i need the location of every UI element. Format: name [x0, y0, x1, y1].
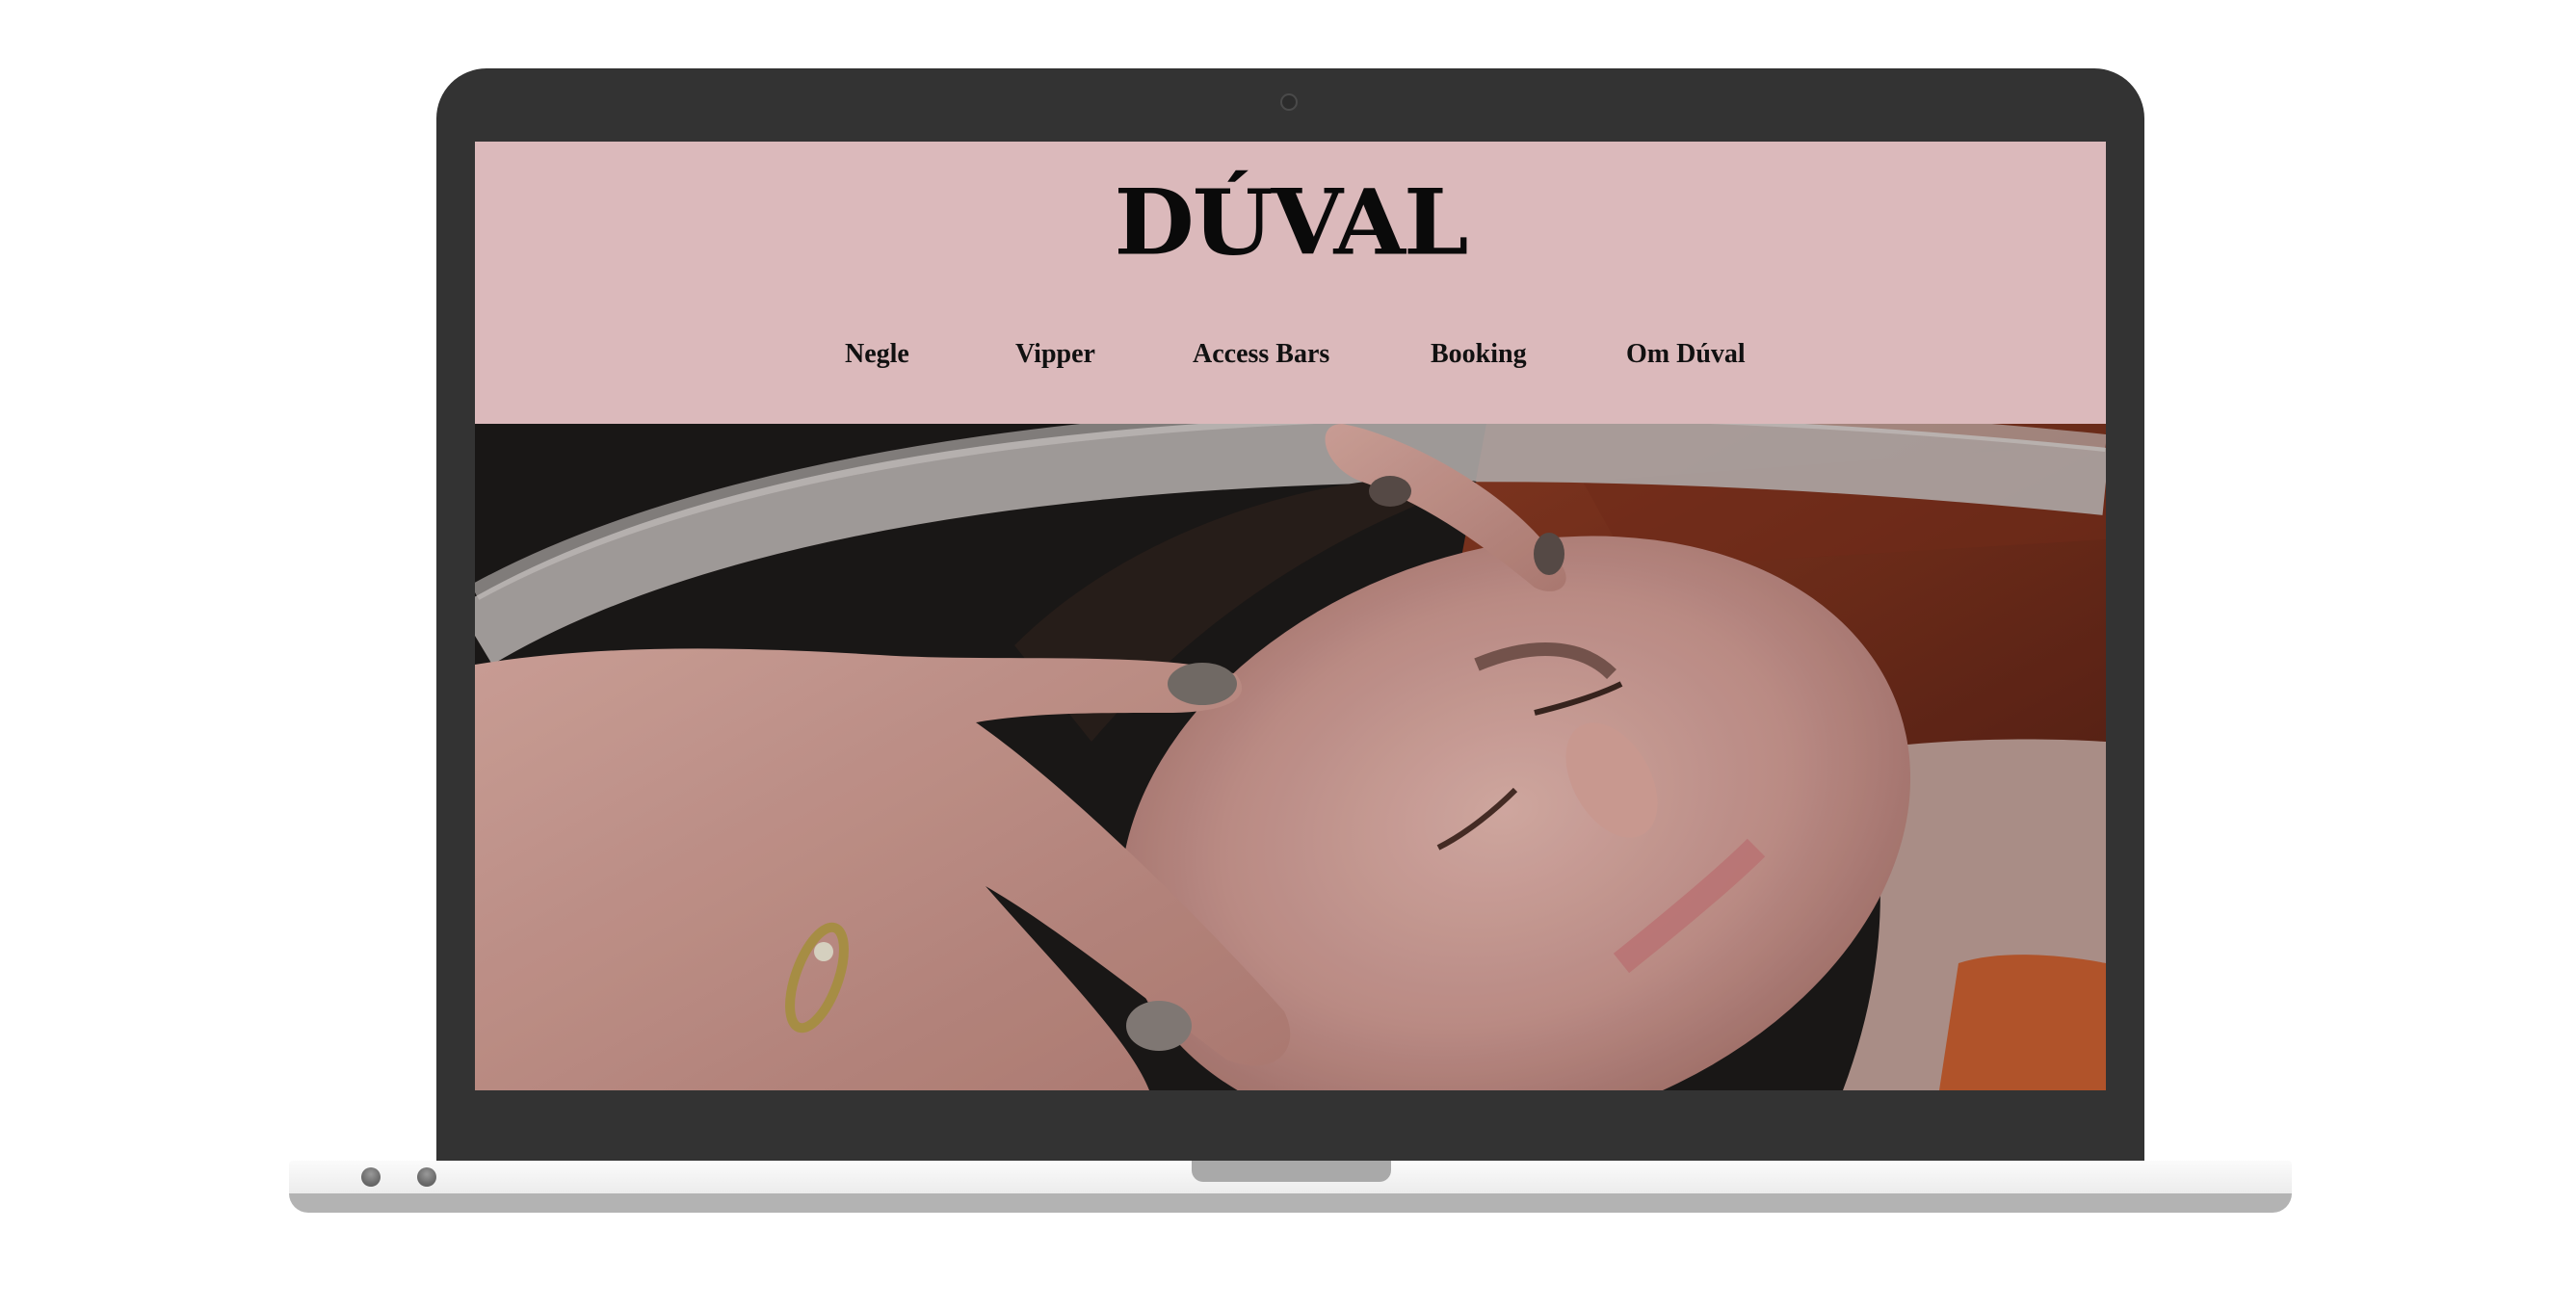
- hero-photo: [475, 424, 2106, 1090]
- laptop-screen: DÚVAL Negle Vipper Access Bars Booking O…: [475, 142, 2106, 1090]
- status-light-icon: [417, 1167, 436, 1187]
- nav-item-booking[interactable]: Booking: [1431, 339, 1527, 370]
- laptop-base-edge: [289, 1193, 2292, 1213]
- laptop-notch: [1192, 1161, 1391, 1182]
- nav-item-negle[interactable]: Negle: [845, 339, 909, 370]
- camera-icon: [1280, 93, 1298, 111]
- hero-photo-illustration: [475, 424, 2106, 1090]
- main-nav: Negle Vipper Access Bars Booking Om Dúva…: [475, 339, 2106, 378]
- laptop-mockup: DÚVAL Negle Vipper Access Bars Booking O…: [0, 0, 2576, 1309]
- site-logo[interactable]: DÚVAL: [475, 176, 2106, 268]
- site-header: DÚVAL Negle Vipper Access Bars Booking O…: [475, 142, 2106, 424]
- status-light-icon: [361, 1167, 381, 1187]
- nav-item-access-bars[interactable]: Access Bars: [1193, 339, 1329, 370]
- nav-item-om-duval[interactable]: Om Dúval: [1626, 339, 1746, 370]
- nav-item-vipper[interactable]: Vipper: [1015, 339, 1095, 370]
